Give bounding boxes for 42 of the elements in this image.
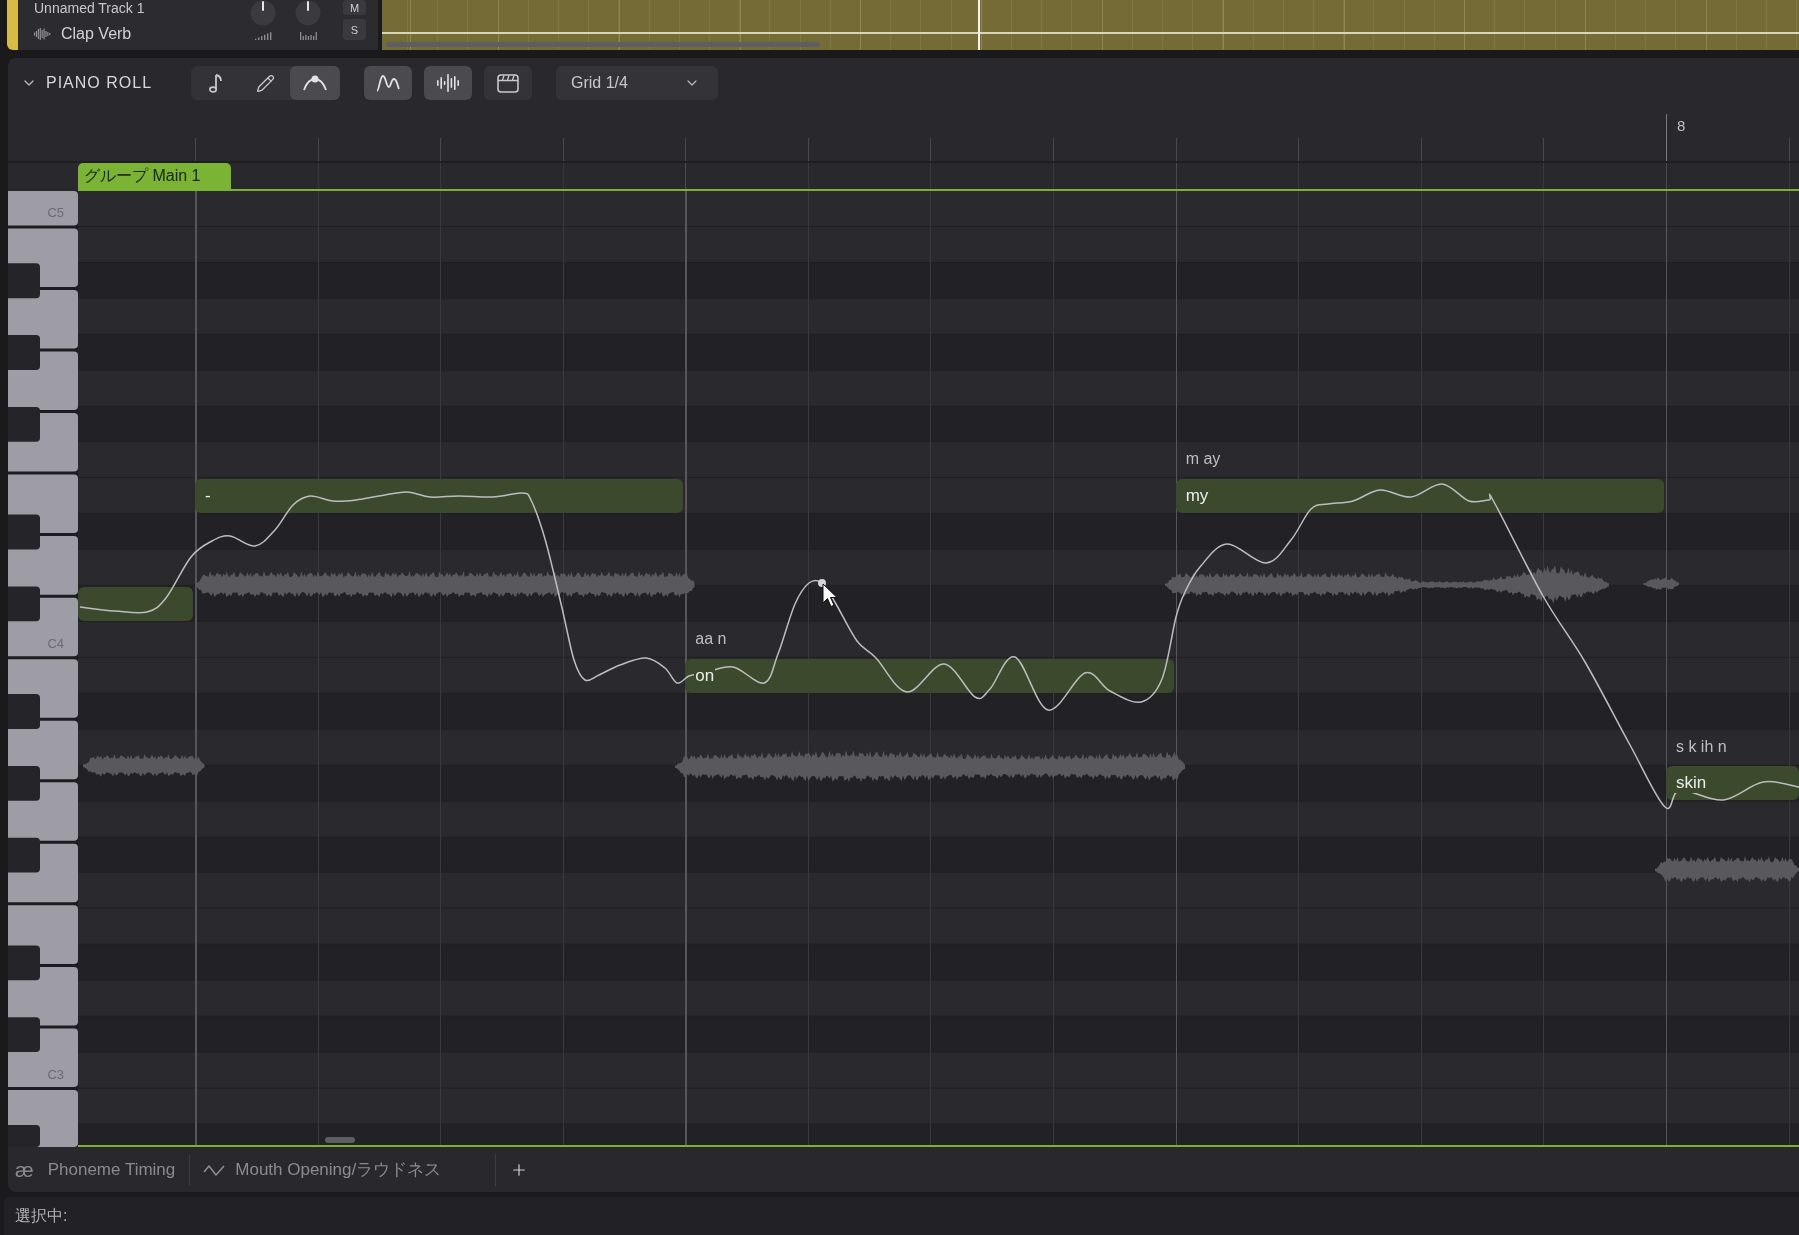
waveform-toggle[interactable]	[424, 66, 472, 100]
note-block[interactable]: skin	[1665, 766, 1799, 801]
note-block[interactable]	[78, 586, 193, 621]
knob[interactable]	[250, 0, 276, 26]
wave-line-icon	[203, 1162, 226, 1177]
clapperboard-icon	[497, 73, 519, 93]
pitch-curve-toggle[interactable]	[364, 66, 412, 100]
waveform-icon	[437, 74, 459, 92]
balance-meter-icon	[299, 32, 317, 40]
waveform-icon	[34, 27, 51, 40]
pitch-curve-icon	[376, 74, 400, 92]
note-block[interactable]: -	[195, 479, 684, 514]
editor-tab[interactable]: æ Phoneme Timing	[8, 1153, 190, 1186]
signal-bars-icon	[254, 32, 272, 40]
group-tab[interactable]: グループ Main 1	[78, 163, 231, 189]
knob[interactable]	[295, 0, 321, 26]
scrollbar-thumb[interactable]	[386, 42, 820, 47]
arc-point-icon	[303, 75, 328, 91]
video-toggle[interactable]	[484, 66, 532, 100]
bar-number: 8	[1677, 117, 1686, 135]
note-block[interactable]: on	[685, 658, 1174, 693]
phoneme-label: m ay	[1185, 450, 1221, 469]
mute-button[interactable]: M	[343, 0, 366, 15]
phoneme-label: s k ih n	[1675, 737, 1727, 756]
instrument-name: Clap Verb	[61, 24, 132, 43]
music-note-icon	[208, 73, 223, 93]
solo-button[interactable]: S	[343, 19, 366, 40]
track-clip[interactable]	[382, 0, 1799, 50]
note-block[interactable]: my	[1175, 479, 1664, 514]
mouse-pointer-icon	[822, 583, 838, 607]
timeline-ruler[interactable]: 8	[8, 108, 1799, 163]
curve-tool-button[interactable]	[290, 66, 340, 100]
editor-tab[interactable]: Mouth Opening/ラウドネス	[190, 1153, 456, 1186]
track-name: Unnamed Track 1	[34, 0, 146, 16]
scroll-handle[interactable]	[325, 1137, 355, 1143]
panel-title: PIANO ROLL	[46, 74, 153, 92]
phoneme-label: aa n	[695, 629, 727, 648]
selection-status: 選択中:	[15, 1205, 68, 1226]
audio-waveform	[1643, 577, 1679, 590]
grid-dropdown[interactable]: Grid 1/4	[556, 66, 718, 100]
pencil-icon	[256, 73, 275, 93]
note-grid[interactable]: - aa n on m ay my s k ih n skin	[78, 191, 1799, 1147]
